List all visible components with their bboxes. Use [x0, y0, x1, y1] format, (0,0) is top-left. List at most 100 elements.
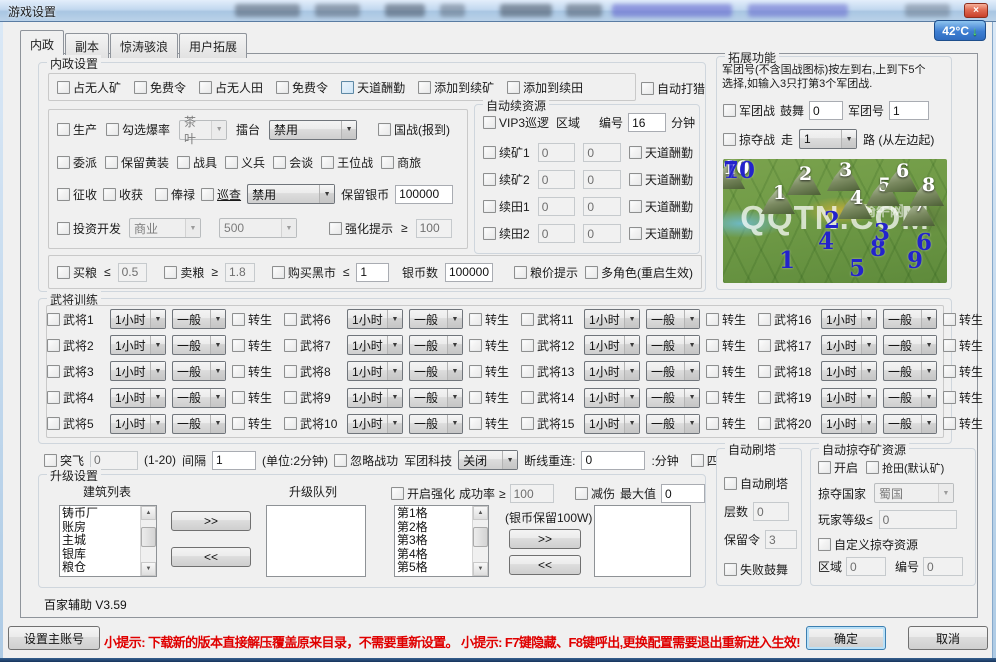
checkbox[interactable] — [199, 81, 212, 94]
general-checkbox[interactable] — [284, 417, 297, 430]
checkbox[interactable] — [134, 81, 147, 94]
auto-hunt-checkbox-item[interactable]: 自动打猎 — [641, 80, 705, 97]
remove-from-queue-button[interactable]: << — [171, 547, 251, 567]
option-checkbox-item[interactable]: 商旅 — [381, 154, 421, 171]
invest-amount-dropdown[interactable]: 500▼ — [219, 218, 297, 238]
tab-user-extension[interactable]: 用户拓展 — [179, 33, 247, 58]
speed-checkbox-item[interactable]: 突飞 — [44, 452, 84, 469]
option-checkbox-item[interactable]: 免费令 — [134, 79, 186, 96]
mode-dropdown[interactable]: 一般▼ — [172, 335, 226, 355]
set-main-account-button[interactable]: 设置主账号 — [8, 626, 100, 650]
reborn-checkbox[interactable] — [943, 339, 956, 352]
scroll-track[interactable] — [141, 520, 156, 562]
checkbox[interactable] — [724, 563, 737, 576]
success-rate-field[interactable]: 100 — [510, 484, 554, 503]
reborn-checkbox[interactable] — [232, 391, 245, 404]
mode-dropdown[interactable]: 一般▼ — [409, 309, 463, 329]
checkbox[interactable] — [273, 156, 286, 169]
duration-dropdown[interactable]: 1小时▼ — [110, 361, 166, 381]
general-checkbox[interactable] — [47, 339, 60, 352]
mode-dropdown[interactable]: 一般▼ — [883, 309, 937, 329]
floors-field[interactable]: 0 — [753, 502, 789, 521]
bonus-checkbox-item[interactable]: 天道酬勤 — [629, 144, 693, 161]
checkbox[interactable] — [723, 133, 736, 146]
black-market-checkbox-item[interactable]: 购买黑市 — [272, 264, 336, 281]
checkbox[interactable] — [225, 156, 238, 169]
extra-listbox[interactable] — [594, 505, 691, 577]
resource-checkbox-item[interactable]: 续田1 — [483, 198, 530, 215]
checkbox[interactable] — [57, 81, 70, 94]
enhance-checkbox-item[interactable]: 开启强化 — [391, 485, 455, 502]
duration-dropdown[interactable]: 1小时▼ — [347, 361, 403, 381]
general-checkbox[interactable] — [284, 391, 297, 404]
duration-dropdown[interactable]: 1小时▼ — [347, 388, 403, 408]
resource-region-field[interactable]: 0 — [538, 224, 576, 243]
checkbox[interactable] — [44, 454, 57, 467]
checkbox[interactable] — [381, 156, 394, 169]
resource-checkbox-item[interactable]: 续田2 — [483, 225, 530, 242]
duration-dropdown[interactable]: 1小时▼ — [821, 335, 877, 355]
number-field[interactable]: 0 — [923, 557, 963, 576]
checkbox[interactable] — [418, 81, 431, 94]
enhance-tip-field[interactable]: 100 — [416, 219, 452, 238]
option-checkbox-item[interactable]: 王位战 — [321, 154, 373, 171]
scroll-up-icon[interactable]: ▲ — [473, 506, 488, 520]
mode-dropdown[interactable]: 一般▼ — [883, 414, 937, 434]
scrollbar[interactable]: ▲ ▼ — [472, 506, 488, 576]
country-dropdown[interactable]: 蜀国▼ — [874, 483, 954, 503]
reborn-checkbox[interactable] — [232, 313, 245, 326]
patrol-minutes-field[interactable]: 16 — [628, 113, 666, 132]
duration-dropdown[interactable]: 1小时▼ — [584, 361, 640, 381]
checkbox[interactable] — [341, 81, 354, 94]
reborn-checkbox[interactable] — [943, 313, 956, 326]
resource-number-field[interactable]: 0 — [583, 170, 621, 189]
harvest-checkbox-item[interactable]: 收获 — [103, 186, 143, 203]
duration-dropdown[interactable]: 1小时▼ — [347, 309, 403, 329]
duration-dropdown[interactable]: 1小时▼ — [110, 335, 166, 355]
mode-dropdown[interactable]: 一般▼ — [646, 361, 700, 381]
list-item[interactable]: 第2格 — [397, 521, 470, 535]
checkbox[interactable] — [575, 487, 588, 500]
interval-field[interactable]: 1 — [212, 451, 256, 470]
checkbox[interactable] — [329, 222, 342, 235]
collect-checkbox-item[interactable]: 征收 — [57, 186, 97, 203]
mode-dropdown[interactable]: 一般▼ — [409, 335, 463, 355]
general-checkbox[interactable] — [521, 417, 534, 430]
checkbox[interactable] — [629, 200, 642, 213]
checkbox[interactable] — [629, 146, 642, 159]
checkbox[interactable] — [103, 188, 116, 201]
enhance-tip-checkbox-item[interactable]: 强化提示 — [329, 220, 393, 237]
mode-dropdown[interactable]: 一般▼ — [646, 335, 700, 355]
add-to-queue-button[interactable]: >> — [171, 511, 251, 531]
checkbox[interactable] — [105, 156, 118, 169]
slot-add-button[interactable]: >> — [509, 529, 581, 549]
reborn-checkbox[interactable] — [469, 417, 482, 430]
list-item[interactable]: 粮仓 — [62, 561, 138, 575]
reborn-checkbox[interactable] — [706, 339, 719, 352]
general-checkbox[interactable] — [521, 365, 534, 378]
enable-checkbox-item[interactable]: 开启 — [818, 459, 858, 476]
checkbox[interactable] — [378, 123, 391, 136]
mode-dropdown[interactable]: 一般▼ — [172, 361, 226, 381]
checkbox[interactable] — [164, 266, 177, 279]
scroll-thumb[interactable] — [141, 527, 156, 547]
tab-stormy-waves[interactable]: 惊涛骇浪 — [110, 33, 178, 58]
resource-checkbox-item[interactable]: 续矿1 — [483, 144, 530, 161]
temperature-widget[interactable]: 42°C ↓ — [934, 20, 986, 41]
list-item[interactable]: 第5格 — [397, 561, 470, 575]
slot-remove-button[interactable]: << — [509, 555, 581, 575]
general-checkbox[interactable] — [47, 313, 60, 326]
scroll-track[interactable] — [473, 520, 488, 562]
reborn-checkbox[interactable] — [943, 391, 956, 404]
mode-dropdown[interactable]: 一般▼ — [409, 414, 463, 434]
mode-dropdown[interactable]: 一般▼ — [883, 335, 937, 355]
general-checkbox[interactable] — [758, 391, 771, 404]
plunder-war-checkbox-item[interactable]: 掠夺战 — [723, 131, 775, 148]
keep-order-field[interactable]: 3 — [765, 530, 797, 549]
grab-field-checkbox-item[interactable]: 抢田(默认矿) — [866, 460, 944, 476]
reconnect-field[interactable]: 0 — [581, 451, 645, 470]
checkbox[interactable] — [272, 266, 285, 279]
reborn-checkbox[interactable] — [706, 417, 719, 430]
max-value-field[interactable]: 0 — [661, 484, 705, 503]
general-checkbox[interactable] — [47, 417, 60, 430]
